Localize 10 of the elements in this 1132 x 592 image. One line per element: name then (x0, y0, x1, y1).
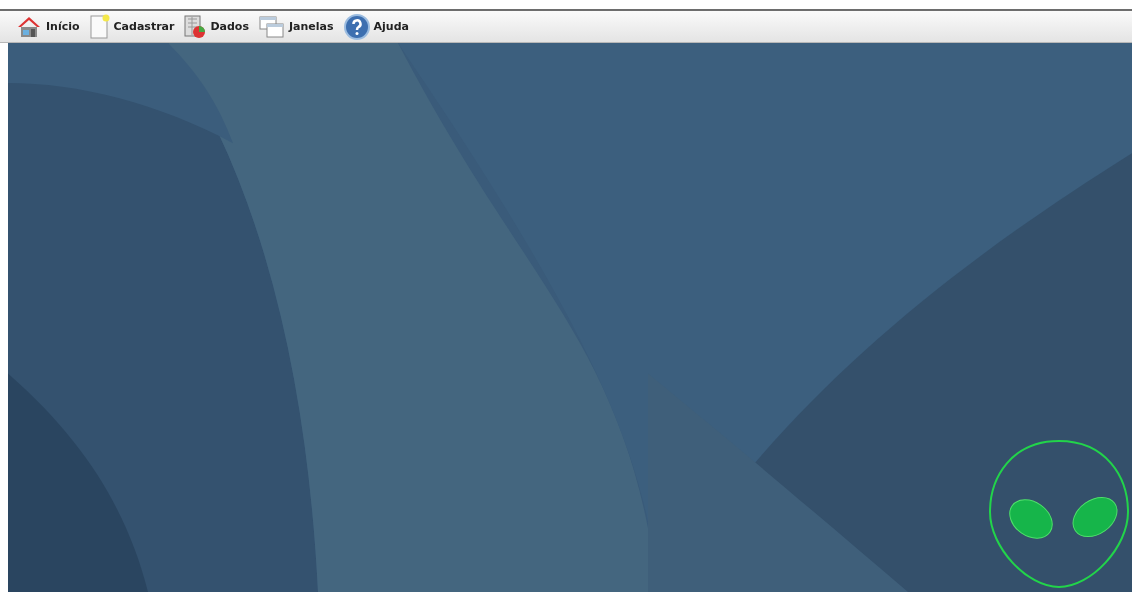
toolbar-button[interactable]: Ajuda (341, 13, 411, 40)
house-icon (16, 14, 42, 39)
toolbar-button[interactable]: Janelas (256, 14, 336, 39)
toolbar-button[interactable]: Dados (182, 14, 251, 39)
windows-icon (258, 14, 285, 39)
chart-sheet-icon (184, 14, 207, 39)
toolbar-button[interactable]: Cadastrar (87, 13, 177, 40)
document-icon (89, 13, 110, 40)
help-icon (343, 13, 370, 40)
toolbar-button[interactable]: Início (14, 14, 82, 39)
